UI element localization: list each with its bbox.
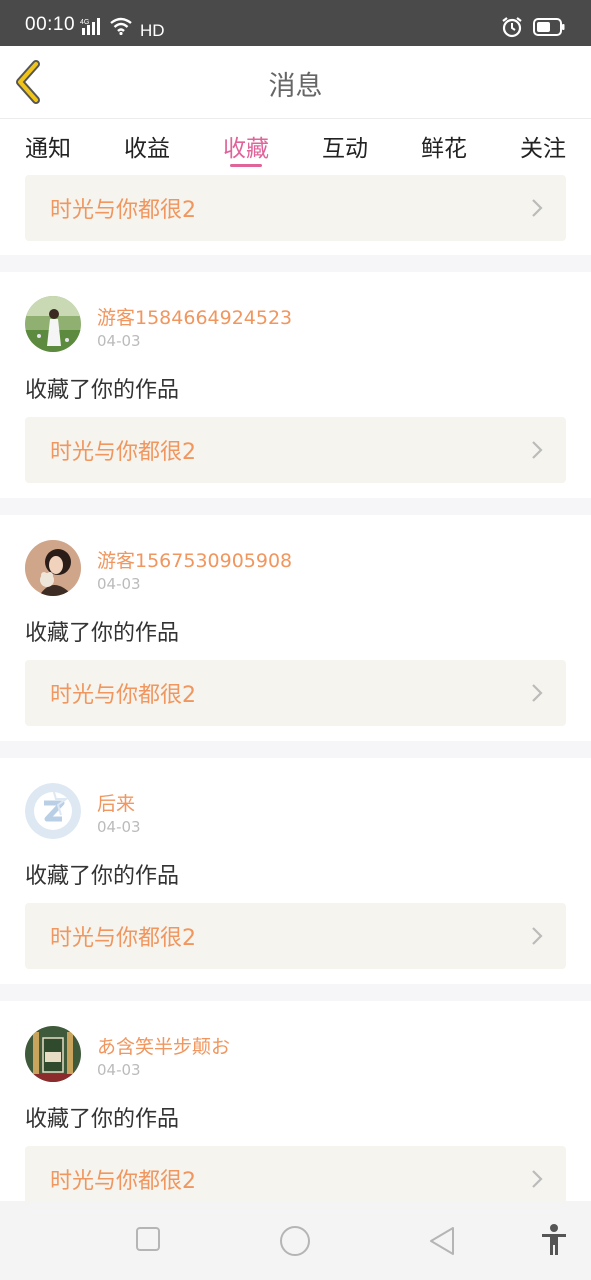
tab-interactions[interactable]: 互动 [305,129,385,163]
square-icon [136,1227,160,1251]
message-card: あ含笑半步颠お 04-03 收藏了你的作品 时光与你都很2 [0,1001,591,1201]
avatar[interactable] [25,296,81,352]
work-link[interactable]: 时光与你都很2 [25,660,566,726]
message-card: 游客1567530905908 04-03 收藏了你的作品 时光与你都很2 [0,515,591,741]
network-label: 4G [80,19,89,26]
action-text: 收藏了你的作品 [25,864,180,889]
username[interactable]: 后来 [97,789,135,816]
recents-button[interactable] [134,1225,162,1257]
work-title: 时光与你都很2 [50,1169,196,1194]
tab-bar: 通知 收益 收藏 互动 鲜花 关注 [0,119,591,171]
circle-icon [280,1226,310,1256]
tab-notifications[interactable]: 通知 [8,129,88,163]
avatar[interactable] [25,783,81,839]
avatar[interactable] [25,540,81,596]
header: 消息 [0,46,591,119]
work-title: 时光与你都很2 [50,198,196,223]
username[interactable]: あ含笑半步颠お [97,1032,230,1059]
signal-icon: 4G [80,17,104,39]
action-text: 收藏了你的作品 [25,1107,180,1132]
accessibility-button[interactable] [540,1223,568,1261]
chevron-right-icon [532,199,543,217]
system-nav-bar [0,1201,591,1280]
active-tab-indicator [230,164,262,167]
username[interactable]: 游客1584664924523 [97,303,292,330]
status-time: 00:10 [25,14,76,35]
date: 04-03 [97,332,141,350]
message-feed[interactable]: 时光与你都很2 游客1584664924523 04-03 收藏了你的作品 时光… [0,171,591,1201]
tab-flowers[interactable]: 鲜花 [404,129,484,163]
work-link[interactable]: 时光与你都很2 [25,1146,566,1201]
message-card: 时光与你都很2 [0,171,591,255]
chevron-right-icon [532,1170,543,1188]
status-right [501,16,565,42]
alarm-icon [501,16,523,42]
tab-following[interactable]: 关注 [503,129,583,163]
home-button[interactable] [279,1225,311,1261]
hd-indicator: HD [140,21,165,40]
work-link[interactable]: 时光与你都很2 [25,903,566,969]
username[interactable]: 游客1567530905908 [97,546,292,573]
tab-earnings[interactable]: 收益 [107,129,187,163]
work-link[interactable]: 时光与你都很2 [25,175,566,241]
chevron-right-icon [532,684,543,702]
date: 04-03 [97,818,141,836]
tab-favorites[interactable]: 收藏 [206,129,286,163]
work-title: 时光与你都很2 [50,926,196,951]
action-text: 收藏了你的作品 [25,378,180,403]
message-card: 后来 04-03 收藏了你的作品 时光与你都很2 [0,758,591,984]
wifi-icon [110,17,132,39]
action-text: 收藏了你的作品 [25,621,180,646]
status-bar: 00:10 4G HD [0,0,591,46]
accessibility-icon [542,1224,566,1255]
chevron-right-icon [532,441,543,459]
avatar[interactable] [25,1026,81,1082]
chevron-right-icon [532,927,543,945]
triangle-back-icon [430,1227,454,1255]
battery-icon [533,18,565,40]
date: 04-03 [97,575,141,593]
work-title: 时光与你都很2 [50,683,196,708]
page-title: 消息 [268,71,323,102]
date: 04-03 [97,1061,141,1079]
work-title: 时光与你都很2 [50,440,196,465]
status-icons: 4G HD [80,17,165,39]
nav-back-button[interactable] [428,1225,456,1261]
message-card: 游客1584664924523 04-03 收藏了你的作品 时光与你都很2 [0,272,591,498]
work-link[interactable]: 时光与你都很2 [25,417,566,483]
